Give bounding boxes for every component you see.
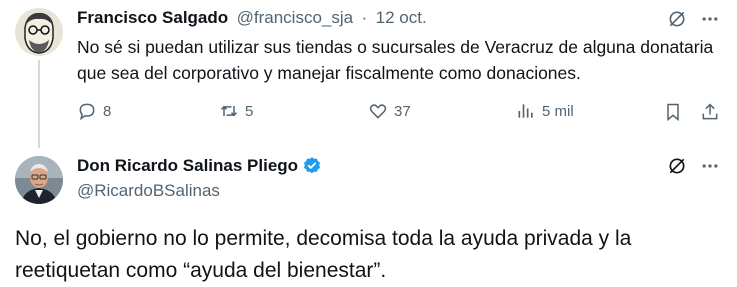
views-button[interactable]: 5 mil	[516, 101, 574, 121]
repost-icon	[220, 105, 238, 117]
grok-icon[interactable]	[666, 155, 688, 177]
share-icon[interactable]	[699, 101, 721, 123]
timestamp[interactable]: 12 oct.	[376, 8, 427, 27]
grok-icon[interactable]	[666, 8, 688, 30]
views-count: 5 mil	[542, 102, 574, 120]
reply-count: 8	[103, 102, 112, 120]
author-name[interactable]: Francisco Salgado	[77, 8, 228, 27]
avatar-ricardo[interactable]	[15, 156, 63, 204]
separator: ·	[361, 8, 368, 27]
like-icon	[369, 104, 387, 119]
views-icon	[518, 104, 533, 118]
like-count: 37	[394, 102, 411, 120]
main-header-name: Don Ricardo Salinas Pliego	[77, 156, 322, 176]
more-icon[interactable]	[698, 8, 722, 30]
author-handle[interactable]: @francisco_sja	[237, 8, 353, 27]
more-icon[interactable]	[698, 155, 722, 177]
author-name[interactable]: Don Ricardo Salinas Pliego	[77, 156, 298, 176]
avatar-francisco[interactable]	[15, 8, 63, 56]
repost-button[interactable]: 5	[219, 101, 253, 121]
reply-text: No sé si puedan utilizar sus tiendas o s…	[77, 37, 714, 83]
verified-badge-icon	[302, 156, 322, 176]
repost-count: 5	[245, 102, 254, 120]
reply-button[interactable]: 8	[77, 101, 111, 121]
reply-icon	[79, 103, 95, 121]
bookmark-icon[interactable]	[662, 101, 684, 123]
thread-connector	[38, 60, 40, 148]
like-button[interactable]: 37	[368, 101, 411, 121]
main-tweet-text: No, el gobierno no lo permite, decomisa …	[15, 227, 632, 282]
author-handle[interactable]: @RicardoBSalinas	[77, 181, 220, 201]
reply-header: Francisco Salgado @francisco_sja · 12 oc…	[77, 8, 427, 28]
